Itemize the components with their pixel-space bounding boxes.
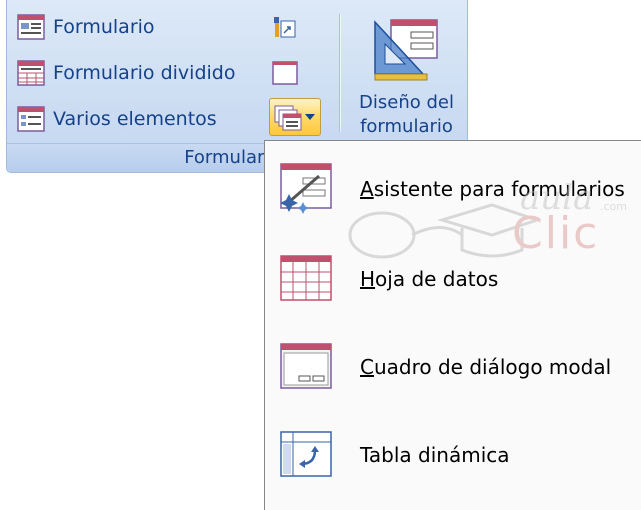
menu-item-modal-dialog[interactable]: Cuadro de diálogo modal [265, 327, 641, 407]
split-form-button[interactable]: Formulario dividido [17, 58, 235, 88]
multiple-items-button[interactable]: Varios elementos [17, 104, 217, 134]
modal-dialog-icon [280, 343, 332, 389]
watermark-text-clic: Clic [512, 208, 600, 259]
form-button[interactable]: Formulario [17, 12, 155, 42]
form-design-button[interactable]: Diseño del formulario [349, 14, 464, 142]
form-button-label: Formulario [53, 16, 155, 38]
pivot-chart-icon [274, 17, 296, 38]
pivot-chart-button[interactable] [269, 12, 301, 42]
more-forms-icon [274, 105, 302, 131]
multiple-items-icon [17, 106, 45, 132]
menu-item-label: Hoja de datos [360, 267, 499, 291]
split-form-icon [17, 60, 45, 86]
form-design-label-line2: formulario [360, 116, 453, 137]
menu-item-label: Tabla dinámica [360, 443, 510, 467]
watermark-text-com: .com [600, 200, 627, 213]
form-design-label-line1: Diseño del [359, 92, 454, 113]
aulaclic-watermark: aula .com Clic [342, 178, 632, 270]
chevron-down-icon [305, 114, 315, 120]
form-wizard-icon [280, 163, 332, 214]
split-form-button-label: Formulario dividido [53, 62, 236, 84]
ribbon-separator [339, 14, 340, 132]
form-icon [17, 14, 45, 40]
form-design-icon [374, 19, 438, 81]
blank-form-icon [272, 61, 298, 85]
menu-item-label: Cuadro de diálogo modal [360, 355, 612, 379]
menu-item-pivot-table[interactable]: Tabla dinámica [265, 415, 641, 495]
more-forms-dropdown-button[interactable] [269, 98, 321, 136]
multiple-items-button-label: Varios elementos [53, 108, 217, 130]
datasheet-icon [280, 255, 332, 301]
blank-form-button[interactable] [269, 58, 301, 88]
pivot-table-icon [280, 431, 332, 477]
